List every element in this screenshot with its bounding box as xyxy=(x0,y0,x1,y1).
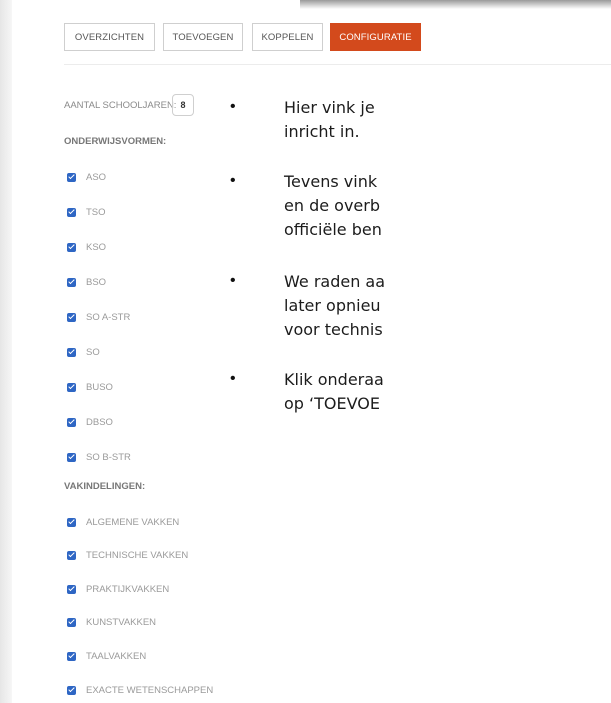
checkbox-algemene-vakken[interactable]: ALGEMENE VAKKEN xyxy=(67,515,179,529)
checkbox-label: DBSO xyxy=(86,416,113,428)
checkbox-icon[interactable] xyxy=(67,172,76,182)
checkbox-label: BUSO xyxy=(86,381,113,393)
checkbox-icon[interactable] xyxy=(67,685,76,695)
school-years-label: AANTAL SCHOOLJAREN: xyxy=(64,100,177,111)
bullet-icon: • xyxy=(230,98,236,115)
education-forms-heading: ONDERWIJSVORMEN: xyxy=(64,136,167,147)
instruction-text: Hier vink je inricht in. xyxy=(284,98,375,141)
checkbox-label: ALGEMENE VAKKEN xyxy=(86,516,180,528)
checkbox-label: PRAKTIJKVAKKEN xyxy=(86,583,170,595)
checkbox-praktijkvakken[interactable]: PRAKTIJKVAKKEN xyxy=(67,582,169,596)
checkbox-exacte-wetenschappen[interactable]: EXACTE WETENSCHAPPEN xyxy=(67,683,213,697)
top-shadow xyxy=(300,0,611,9)
checkbox-icon[interactable] xyxy=(67,517,76,527)
subject-groups-heading: VAKINDELINGEN: xyxy=(64,481,146,492)
checkbox-label: KUNSTVAKKEN xyxy=(86,616,157,628)
checkbox-technische-vakken[interactable]: TECHNISCHE VAKKEN xyxy=(67,548,188,562)
checkbox-icon[interactable] xyxy=(67,347,76,357)
checkbox-icon[interactable] xyxy=(67,651,76,661)
tab-divider xyxy=(64,64,611,65)
school-years-input[interactable]: 8 xyxy=(172,94,194,116)
checkbox-label: SO B-STR xyxy=(86,451,131,463)
instruction-text: Tevens vink en de overb officiële ben xyxy=(284,172,382,239)
checkbox-kunstvakken[interactable]: KUNSTVAKKEN xyxy=(67,615,156,629)
checkbox-icon[interactable] xyxy=(67,452,76,462)
checkbox-label: KSO xyxy=(86,241,107,253)
bullet-icon: • xyxy=(230,172,236,189)
checkbox-icon[interactable] xyxy=(67,312,76,322)
checkbox-label: BSO xyxy=(86,276,107,288)
checkbox-buso[interactable]: BUSO xyxy=(67,380,113,394)
bullet-icon: • xyxy=(230,370,236,387)
checkbox-icon[interactable] xyxy=(67,584,76,594)
checkbox-icon[interactable] xyxy=(67,617,76,627)
checkbox-icon[interactable] xyxy=(67,242,76,252)
checkbox-icon[interactable] xyxy=(67,382,76,392)
checkbox-icon[interactable] xyxy=(67,277,76,287)
tab-configuratie[interactable]: CONFIGURATIE xyxy=(330,23,421,51)
tab-overzichten[interactable]: OVERZICHTEN xyxy=(64,23,155,51)
checkbox-so-a-str[interactable]: SO A-STR xyxy=(67,310,130,324)
checkbox-dbso[interactable]: DBSO xyxy=(67,415,113,429)
checkbox-label: SO xyxy=(86,346,100,358)
checkbox-icon[interactable] xyxy=(67,207,76,217)
instruction-text: Klik onderaa op ‘TOEVOE xyxy=(284,370,384,413)
checkbox-icon[interactable] xyxy=(67,417,76,427)
bullet-icon: • xyxy=(230,272,236,289)
checkbox-label: EXACTE WETENSCHAPPEN xyxy=(86,684,214,696)
checkbox-kso[interactable]: KSO xyxy=(67,240,106,254)
page-left-edge xyxy=(0,0,12,703)
tab-toevoegen[interactable]: TOEVOEGEN xyxy=(163,23,243,51)
checkbox-so-b-str[interactable]: SO B-STR xyxy=(67,450,131,464)
checkbox-label: TECHNISCHE VAKKEN xyxy=(86,549,189,561)
checkbox-label: ASO xyxy=(86,171,107,183)
tab-koppelen[interactable]: KOPPELEN xyxy=(252,23,323,51)
checkbox-tso[interactable]: TSO xyxy=(67,205,106,219)
checkbox-icon[interactable] xyxy=(67,550,76,560)
checkbox-label: TAALVAKKEN xyxy=(86,650,147,662)
checkbox-bso[interactable]: BSO xyxy=(67,275,106,289)
checkbox-label: TSO xyxy=(86,206,106,218)
checkbox-aso[interactable]: ASO xyxy=(67,170,106,184)
instruction-text: We raden aa later opnieu voor technis xyxy=(284,272,386,339)
checkbox-taalvakken[interactable]: TAALVAKKEN xyxy=(67,649,146,663)
checkbox-label: SO A-STR xyxy=(86,311,131,323)
checkbox-so[interactable]: SO xyxy=(67,345,100,359)
